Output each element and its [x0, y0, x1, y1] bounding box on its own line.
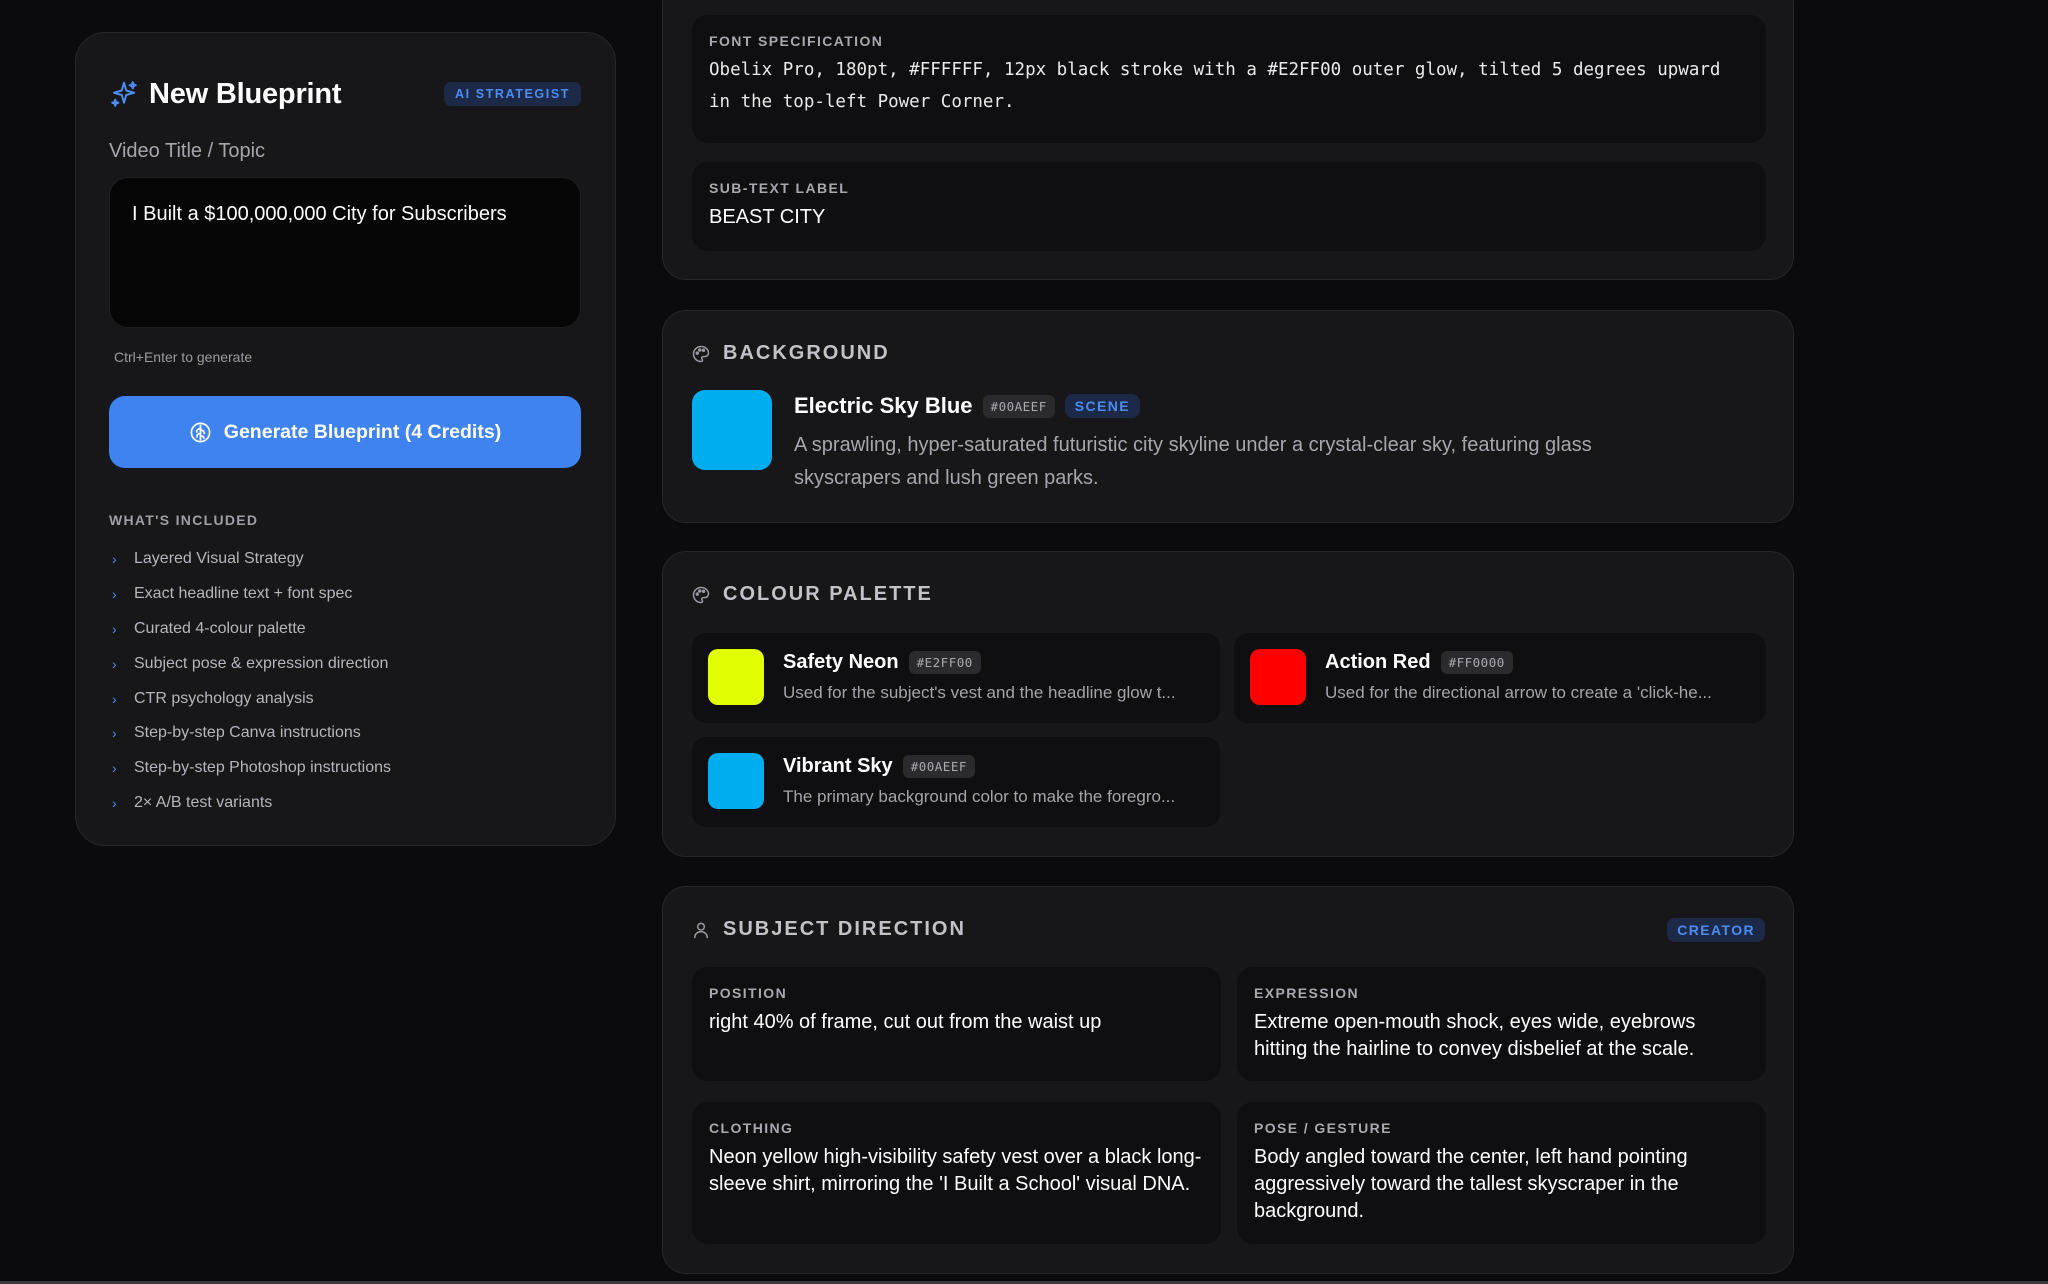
color-description: The primary background color to make the… — [783, 787, 1176, 806]
palette-heading-text: COLOUR PALETTE — [723, 583, 933, 605]
subject-heading-text: SUBJECT DIRECTION — [723, 918, 966, 940]
expression-box: EXPRESSION Extreme open-mouth shock, eye… — [1237, 967, 1766, 1081]
list-item-label: Curated 4-colour palette — [134, 619, 306, 637]
list-item-label: Step-by-step Canva instructions — [134, 724, 361, 742]
font-spec-box: FONT SPECIFICATION Obelix Pro, 180pt, #F… — [692, 15, 1766, 143]
color-hex: #00AEEF — [902, 755, 975, 778]
pose-label: POSE / GESTURE — [1254, 1120, 1392, 1136]
color-description: Used for the subject's vest and the head… — [783, 683, 1176, 702]
palette-color-card: Vibrant Sky #00AEEF The primary backgrou… — [692, 737, 1220, 827]
color-swatch — [1250, 649, 1306, 705]
topic-input[interactable]: I Built a $100,000,000 City for Subscrib… — [109, 177, 581, 328]
expression-label: EXPRESSION — [1254, 985, 1360, 1001]
brain-icon — [189, 421, 212, 444]
position-value: right 40% of frame, cut out from the wai… — [709, 1011, 1102, 1033]
background-heading: BACKGROUND — [691, 342, 890, 365]
color-swatch — [708, 649, 764, 705]
font-spec-value: Obelix Pro, 180pt, #FFFFFF, 12px black s… — [709, 60, 1721, 112]
chevron-right-icon: › — [112, 586, 117, 603]
color-name-row: Safety Neon #E2FF00 — [783, 651, 981, 674]
blueprint-panel: New Blueprint AI STRATEGIST Video Title … — [75, 32, 616, 846]
list-item-label: Layered Visual Strategy — [134, 550, 304, 568]
headline-card: FONT SPECIFICATION Obelix Pro, 180pt, #F… — [662, 0, 1794, 280]
list-item: › Step-by-step Photoshop instructions — [109, 751, 581, 786]
color-hex: #E2FF00 — [908, 651, 981, 674]
color-description: Used for the directional arrow to create… — [1325, 683, 1712, 702]
color-name-row: Action Red #FF0000 — [1325, 651, 1513, 674]
list-item-label: Step-by-step Photoshop instructions — [134, 759, 392, 777]
panel-title: New Blueprint — [149, 77, 342, 110]
chevron-right-icon: › — [112, 655, 117, 672]
list-item-label: 2× A/B test variants — [134, 793, 273, 811]
chevron-right-icon: › — [112, 690, 117, 707]
palette-card: COLOUR PALETTE Safety Neon #E2FF00 Used … — [662, 551, 1794, 857]
generate-button-label: Generate Blueprint (4 Credits) — [223, 420, 502, 443]
chevron-right-icon: › — [112, 794, 117, 811]
chevron-right-icon: › — [112, 620, 117, 637]
creator-tag: CREATOR — [1667, 918, 1765, 942]
clothing-box: CLOTHING Neon yellow high-visibility saf… — [692, 1102, 1221, 1244]
chevron-right-icon: › — [112, 760, 117, 777]
subtext-box: SUB-TEXT LABEL BEAST CITY — [692, 162, 1766, 251]
font-spec-label: FONT SPECIFICATION — [709, 33, 884, 49]
generate-blueprint-button[interactable]: Generate Blueprint (4 Credits) — [109, 396, 581, 468]
palette-color-card: Safety Neon #E2FF00 Used for the subject… — [692, 633, 1220, 723]
palette-icon — [691, 585, 711, 605]
background-swatch — [692, 390, 772, 470]
expression-value: Extreme open-mouth shock, eyes wide, eye… — [1254, 1011, 1696, 1060]
blueprint-header: New Blueprint AI STRATEGIST — [109, 69, 581, 119]
color-name-row: Vibrant Sky #00AEEF — [783, 755, 975, 778]
position-label: POSITION — [709, 985, 788, 1001]
color-hex: #FF0000 — [1440, 651, 1513, 674]
scene-tag: SCENE — [1064, 394, 1140, 418]
position-box: POSITION right 40% of frame, cut out fro… — [692, 967, 1221, 1081]
subtext-label: SUB-TEXT LABEL — [709, 180, 850, 196]
color-name: Action Red — [1325, 651, 1431, 673]
list-item: › Layered Visual Strategy — [109, 542, 581, 577]
included-list: › Layered Visual Strategy › Exact headline… — [109, 542, 581, 820]
color-swatch — [708, 753, 764, 809]
color-name: Safety Neon — [783, 651, 899, 673]
chevron-right-icon: › — [112, 551, 117, 568]
sparkles-icon — [109, 79, 139, 109]
clothing-label: CLOTHING — [709, 1120, 794, 1136]
shortcut-hint: Ctrl+Enter to generate — [114, 349, 253, 365]
list-item-label: Subject pose & expression direction — [134, 654, 389, 672]
palette-color-card: Action Red #FF0000 Used for the directio… — [1234, 633, 1766, 723]
background-name: Electric Sky Blue — [794, 393, 973, 418]
list-item: › CTR psychology analysis — [109, 681, 581, 716]
clothing-value: Neon yellow high-visibility safety vest … — [709, 1146, 1202, 1195]
subject-heading: SUBJECT DIRECTION — [691, 918, 966, 941]
included-heading: WHAT'S INCLUDED — [109, 512, 259, 528]
subtext-value: BEAST CITY — [709, 206, 826, 228]
pose-value: Body angled toward the center, left hand… — [1254, 1146, 1688, 1222]
background-name-row: Electric Sky Blue #00AEEF SCENE — [794, 393, 1140, 419]
palette-heading: COLOUR PALETTE — [691, 583, 933, 606]
list-item: › Subject pose & expression direction — [109, 646, 581, 681]
list-item-label: CTR psychology analysis — [134, 689, 314, 707]
topic-field-label: Video Title / Topic — [109, 140, 266, 162]
background-description: A sprawling, hyper-saturated futuristic … — [794, 434, 1592, 489]
list-item: › Exact headline text + font spec — [109, 577, 581, 612]
background-heading-text: BACKGROUND — [723, 342, 890, 364]
background-card: BACKGROUND Electric Sky Blue #00AEEF SCE… — [662, 310, 1794, 523]
list-item-label: Exact headline text + font spec — [134, 585, 353, 603]
subject-card: SUBJECT DIRECTION CREATOR POSITION right… — [662, 886, 1794, 1274]
ai-strategist-badge: AI STRATEGIST — [443, 82, 581, 106]
color-name: Vibrant Sky — [783, 755, 893, 777]
list-item: › 2× A/B test variants — [109, 786, 581, 821]
background-hex: #00AEEF — [982, 394, 1055, 418]
pose-box: POSE / GESTURE Body angled toward the ce… — [1237, 1102, 1766, 1244]
palette-icon — [691, 344, 711, 364]
chevron-right-icon: › — [112, 725, 117, 742]
user-icon — [691, 920, 711, 940]
list-item: › Curated 4-colour palette — [109, 612, 581, 647]
list-item: › Step-by-step Canva instructions — [109, 716, 581, 751]
